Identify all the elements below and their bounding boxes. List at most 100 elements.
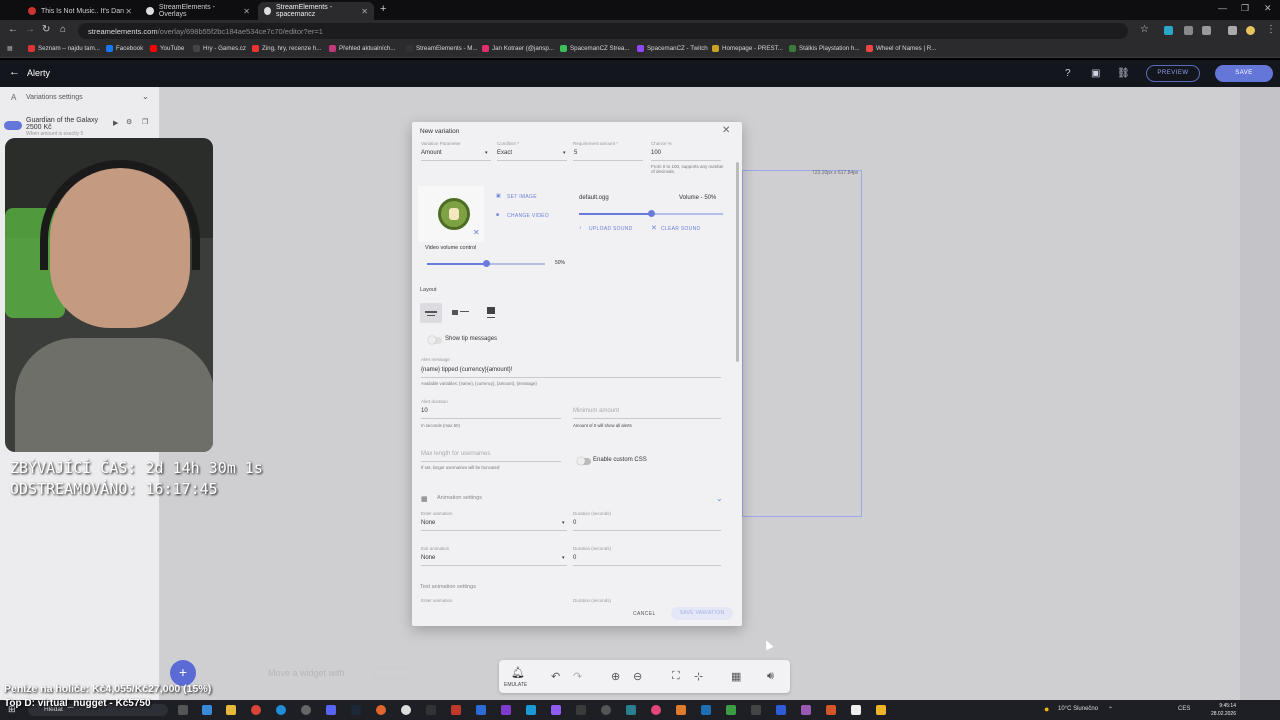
layout-option-side[interactable] [450, 303, 472, 323]
alert-duration-input[interactable]: 10 [421, 408, 428, 414]
chance-input[interactable]: 100 [651, 150, 661, 156]
scrollbar[interactable] [736, 162, 739, 362]
maximize-button[interactable]: ❐ [1241, 3, 1249, 14]
taskbar-app-icon[interactable] [876, 705, 886, 715]
task-view-icon[interactable] [178, 705, 188, 715]
forward-icon[interactable]: → [25, 24, 35, 35]
volume-icon[interactable]: 🔊︎ [767, 670, 774, 683]
edge-icon[interactable] [276, 705, 286, 715]
custom-css-toggle[interactable] [577, 457, 591, 465]
max-username-length-input[interactable]: Max length for usernames [421, 451, 490, 457]
extension-icon[interactable] [1164, 26, 1173, 35]
close-icon[interactable]: ✕ [125, 7, 132, 16]
steam-icon[interactable] [351, 705, 361, 715]
undo-icon[interactable]: ↶ [551, 670, 560, 683]
taskbar-app-icon[interactable] [851, 705, 861, 715]
taskbar-app-icon[interactable] [576, 705, 586, 715]
grid-icon[interactable]: ▦ [731, 670, 741, 683]
text-animation-settings-header[interactable]: Text animation settings [420, 584, 476, 590]
gear-icon[interactable]: ⚙ [126, 118, 132, 126]
taskbar-app-icon[interactable] [676, 705, 686, 715]
exit-animation-select[interactable]: None [421, 555, 435, 561]
bookmark[interactable]: Jan Kotraer (@jansp... [482, 45, 554, 52]
taskbar-app-icon[interactable] [526, 705, 536, 715]
video-volume-slider-handle[interactable] [483, 260, 490, 267]
exit-duration-input[interactable]: 0 [573, 555, 576, 561]
fit-screen-icon[interactable]: ⊹ [694, 670, 703, 683]
copy-icon[interactable]: ❐ [142, 118, 148, 126]
bookmark[interactable]: Hry - Games.cz [193, 45, 246, 52]
taskbar-app-icon[interactable] [451, 705, 461, 715]
taskbar-app-icon[interactable] [651, 705, 661, 715]
zoom-out-icon[interactable]: ⊖ [633, 670, 642, 683]
back-icon[interactable]: ← [8, 24, 18, 35]
layout-option-image-above[interactable] [420, 303, 442, 323]
widget-bounding-box[interactable] [742, 170, 862, 517]
taskbar-app-icon[interactable] [376, 705, 386, 715]
bookmark[interactable]: StreamElements - M... [406, 45, 478, 52]
discord-icon[interactable] [326, 705, 336, 715]
play-icon[interactable]: ▶ [113, 119, 118, 127]
taskbar-app-icon[interactable] [202, 705, 212, 715]
back-arrow-icon[interactable]: ← [9, 66, 20, 78]
chevron-down-icon[interactable]: ⌄ [716, 494, 723, 503]
save-variation-button[interactable]: SAVE VARIATION [671, 607, 733, 620]
bookmark[interactable]: Seznam – najdu tam... [28, 45, 100, 52]
bookmark[interactable]: SpacemanCZ Strea... [560, 45, 630, 52]
extension-icon[interactable] [1202, 26, 1211, 35]
save-button[interactable]: SAVE [1215, 65, 1273, 82]
tab-overlays[interactable]: StreamElements - Overlays ✕ [140, 2, 256, 20]
close-icon[interactable]: ✕ [722, 125, 730, 136]
extension-icon[interactable] [1184, 26, 1193, 35]
taskbar-app-icon[interactable] [701, 705, 711, 715]
tab-youtube[interactable]: This Is Not Music.. It's Dan ✕ [22, 2, 138, 20]
menu-icon[interactable]: ⋮ [1266, 24, 1276, 35]
bookmark[interactable]: Přehled aktualních... [329, 45, 395, 52]
bookmark[interactable]: YouTube [150, 45, 184, 52]
taskbar-app-icon[interactable] [551, 705, 561, 715]
redo-icon[interactable]: ↷ [573, 670, 582, 683]
url-field[interactable]: streamelements.com/overlay/698b55f2bc184… [78, 23, 1128, 39]
enter-animation-select[interactable]: None [421, 520, 435, 526]
taskbar-app-icon[interactable] [426, 705, 436, 715]
alert-message-input[interactable]: {name} tipped {currency}{amount}! [421, 367, 512, 373]
taskbar-app-icon[interactable] [501, 705, 511, 715]
set-image-button[interactable]: SET IMAGE [507, 194, 537, 200]
bell-icon[interactable]: 🔔︎ [511, 666, 525, 679]
upload-sound-button[interactable]: UPLOAD SOUND [589, 226, 633, 232]
bookmark[interactable]: Stálkis Playstation h... [789, 45, 860, 52]
bookmark[interactable]: Wheel of Names | R... [866, 45, 936, 52]
profile-avatar[interactable] [1246, 26, 1255, 35]
bookmark[interactable]: SpacemanCZ - Twitch [637, 45, 708, 52]
taskbar-app-icon[interactable] [751, 705, 761, 715]
emulate-button[interactable]: EMULATE [504, 682, 527, 688]
tab-editor[interactable]: StreamElements - spacemancz ✕ [258, 2, 374, 20]
close-icon[interactable]: ✕ [243, 7, 250, 16]
taskbar-clock[interactable]: 9:45:14 28.02.2026 [1200, 702, 1236, 718]
change-video-button[interactable]: CHANGE VIDEO [507, 213, 549, 219]
minimum-amount-input[interactable]: Minimum amount [573, 408, 619, 414]
bookmark[interactable]: Zing, hry, recenze h... [252, 45, 321, 52]
home-icon[interactable]: ⌂ [60, 24, 66, 35]
taskbar-app-icon[interactable] [476, 705, 486, 715]
chevron-down-icon[interactable]: ⌄ [142, 92, 149, 101]
link-icon[interactable]: ⛓ [1117, 68, 1130, 79]
zoom-in-icon[interactable]: ⊕ [611, 670, 620, 683]
taskbar-app-icon[interactable] [776, 705, 786, 715]
taskbar-app-icon[interactable] [301, 705, 311, 715]
close-icon[interactable]: ✕ [361, 7, 368, 16]
chrome-icon[interactable] [251, 705, 261, 715]
tray-chevron-icon[interactable]: ⌃ [1108, 706, 1113, 713]
layout-option-text-over[interactable] [480, 303, 502, 323]
close-window-button[interactable]: ✕ [1264, 3, 1272, 14]
help-icon[interactable]: ? [1065, 68, 1071, 79]
star-icon[interactable]: ☆ [1140, 24, 1149, 35]
extension-icon[interactable] [1228, 26, 1237, 35]
remove-media-icon[interactable]: ✕ [473, 228, 480, 237]
cancel-button[interactable]: CANCEL [633, 611, 656, 617]
enter-duration-input[interactable]: 0 [573, 520, 576, 526]
apps-icon[interactable]: ▦ [7, 45, 13, 52]
taskbar-app-icon[interactable] [626, 705, 636, 715]
requirement-amount-input[interactable]: 5 [574, 150, 577, 156]
reload-icon[interactable]: ↻ [42, 24, 50, 35]
